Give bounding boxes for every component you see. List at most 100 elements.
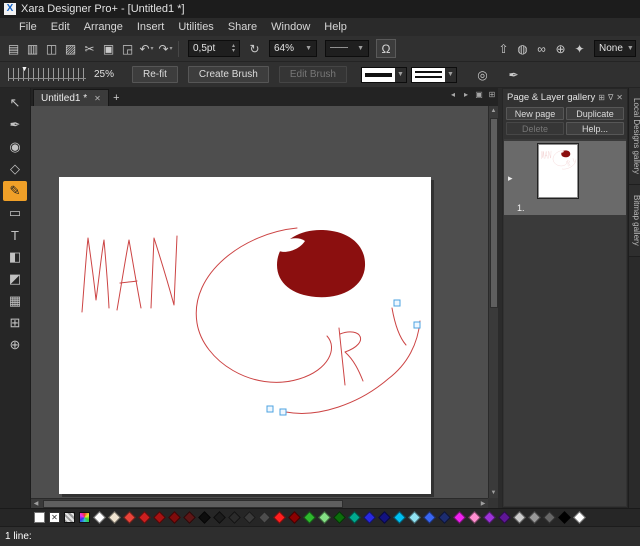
stroke-width-spinner[interactable]: ▴▾ [232,44,235,54]
duplicate-button[interactable]: Duplicate [566,107,624,120]
menu-file[interactable]: File [12,20,44,34]
dash-pattern-combo[interactable]: ▼ [411,67,457,83]
close-gallery-icon[interactable]: ✕ [616,93,623,102]
color-swatch-20[interactable] [333,511,346,524]
color-swatch-21[interactable] [348,511,361,524]
smoothing-slider[interactable]: ▼ [8,68,86,81]
save-icon[interactable]: ◫ [42,40,61,58]
menu-share[interactable]: Share [221,20,264,34]
menu-edit[interactable]: Edit [44,20,77,34]
page-canvas[interactable] [59,177,431,494]
stroke-width-combo[interactable]: 0,5pt ▴▾ [188,40,240,57]
color-swatch-10[interactable] [183,511,196,524]
color-swatch-35[interactable] [558,511,571,524]
freehand-pencil-tool[interactable]: ✎ [3,181,27,201]
color-swatch-7[interactable] [138,511,151,524]
color-swatch-33[interactable] [528,511,541,524]
snap-to-objects-toggle[interactable]: Ω [376,39,396,58]
menu-window[interactable]: Window [264,20,317,34]
scroll-right-icon[interactable]: ▶ [478,499,488,509]
color-swatch-19[interactable] [318,511,331,524]
refit-button[interactable]: Re-fit [132,66,178,83]
color-swatch-31[interactable] [498,511,511,524]
menu-arrange[interactable]: Arrange [77,20,130,34]
transparency-tool[interactable]: ◩ [3,269,27,289]
color-swatch-23[interactable] [378,511,391,524]
refresh-icon[interactable]: ↻ [245,40,264,58]
color-swatch-24[interactable] [393,511,406,524]
horizontal-scrollbar[interactable]: ◀ ▶ [31,498,488,508]
color-swatch-26[interactable] [423,511,436,524]
pin-gallery-icon[interactable]: ∇ [608,93,613,102]
redo-icon[interactable]: ↷▾ [156,40,175,58]
tab-bitmap-gallery[interactable]: Bitmap gallery [629,185,640,257]
color-swatch-36[interactable] [573,511,586,524]
expand-page-icon[interactable]: ▸ [508,173,513,184]
hyperlink-icon[interactable]: ∞ [532,40,551,58]
color-swatch-22[interactable] [363,511,376,524]
view-quality-icon[interactable]: ◎ [473,66,492,84]
document-tab[interactable]: Untitled1 * ✕ [33,89,109,106]
color-swatch-13[interactable] [228,511,241,524]
color-swatch-8[interactable] [153,511,166,524]
color-swatch-14[interactable] [243,511,256,524]
fill-selector-combo[interactable]: None ▼ [594,40,636,57]
pen-settings-icon[interactable]: ✒ [504,66,523,84]
color-swatch-12[interactable] [213,511,226,524]
scroll-left-icon[interactable]: ◀ [31,499,41,509]
color-swatch-9[interactable] [168,511,181,524]
anchor-link-icon[interactable]: ⊕ [551,40,570,58]
color-swatch-29[interactable] [468,511,481,524]
scroll-tabs-right-icon[interactable]: ▸ [461,90,471,99]
pen-tool[interactable]: ✒ [3,115,27,135]
tab-local-designs-gallery[interactable]: Local Designs gallery [629,88,640,185]
help-button[interactable]: Help... [566,122,624,135]
horizontal-scroll-thumb[interactable] [43,500,343,508]
color-swatch-16[interactable] [273,511,286,524]
color-swatch-28[interactable] [453,511,466,524]
menu-help[interactable]: Help [317,20,354,34]
open-icon[interactable]: ▥ [23,40,42,58]
zoom-tool[interactable]: ⊕ [3,335,27,355]
cut-icon[interactable]: ✂ [80,40,99,58]
color-swatch-17[interactable] [288,511,301,524]
new-page-button[interactable]: New page [506,107,564,120]
new-tab-button[interactable]: + [109,91,124,106]
magic-wand-icon[interactable]: ✦ [570,40,589,58]
page-list-item[interactable]: ▸ 1. [504,141,626,215]
menu-utilities[interactable]: Utilities [171,20,220,34]
slider-handle-icon[interactable]: ▼ [21,66,28,73]
color-swatch-25[interactable] [408,511,421,524]
scroll-down-icon[interactable]: ▼ [489,488,499,498]
no-color[interactable]: ✕ [48,511,61,524]
white[interactable] [33,511,46,524]
split-view-icon[interactable]: ⊞ [487,90,497,99]
shadow-tool[interactable]: ▦ [3,291,27,311]
new-document-icon[interactable]: ▤ [4,40,23,58]
page-thumbnail[interactable] [538,144,578,198]
vertical-scroll-thumb[interactable] [490,118,498,308]
copy-icon[interactable]: ▣ [99,40,118,58]
selector-tool[interactable]: ↖ [3,93,27,113]
scroll-up-icon[interactable]: ▲ [489,106,499,116]
color-editor-swatch[interactable] [78,511,91,524]
text-tool[interactable]: T [3,225,27,245]
create-brush-button[interactable]: Create Brush [188,66,269,83]
fill-tool[interactable]: ◧ [3,247,27,267]
color-swatch-27[interactable] [438,511,451,524]
vertical-scrollbar[interactable]: ▲ ▼ [488,106,498,498]
color-swatch-5[interactable] [108,511,121,524]
publish-icon[interactable]: ⇧ [494,40,513,58]
line-style-combo[interactable]: ┄┄┄ ▼ [325,40,369,57]
shape-tool[interactable]: ◇ [3,159,27,179]
color-swatch-4[interactable] [93,511,106,524]
zoom-combo[interactable]: 64% ▼ [269,40,317,57]
paste-icon[interactable]: ◲ [118,40,137,58]
color-swatch-11[interactable] [198,511,211,524]
fill-gallery-swatch[interactable] [63,511,76,524]
detach-view-icon[interactable]: ▣ [474,90,484,99]
menu-insert[interactable]: Insert [130,20,172,34]
stroke-shape-combo[interactable]: ▼ [361,67,407,83]
rectangle-tool[interactable]: ▭ [3,203,27,223]
color-swatch-32[interactable] [513,511,526,524]
